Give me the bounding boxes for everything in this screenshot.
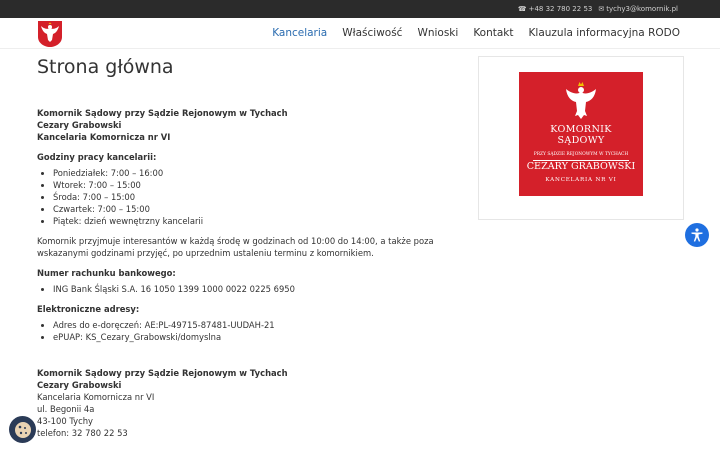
cookie-settings-button[interactable] <box>9 416 36 443</box>
nav-item-wlasciwosc[interactable]: Właściwość <box>342 27 402 39</box>
nav-item-wnioski[interactable]: Wnioski <box>417 27 458 39</box>
footer-line-2: Cezary Grabowski <box>37 380 122 390</box>
bank-title: Numer rachunku bankowego: <box>37 268 176 278</box>
phone-icon: ☎ <box>517 5 527 13</box>
bank-list: ING Bank Śląski S.A. 16 1050 1399 1000 0… <box>37 283 437 295</box>
coat-of-arms-logo[interactable] <box>37 20 63 48</box>
main-content: Komornik Sądowy przy Sądzie Rejonowym w … <box>37 107 437 439</box>
list-item: ePUAP: KS_Cezary_Grabowski/domyslna <box>53 331 437 343</box>
list-item: ING Bank Śląski S.A. 16 1050 1399 1000 0… <box>53 283 437 295</box>
nav-item-kancelaria[interactable]: Kancelaria <box>272 27 327 39</box>
hours-title: Godziny pracy kancelarii: <box>37 152 157 162</box>
electronic-list: Adres do e-doręczeń: AE:PL-49715-87481-U… <box>37 319 437 343</box>
hours-list: Poniedziałek: 7:00 – 16:00 Wtorek: 7:00 … <box>37 167 437 227</box>
emblem-title: KOMORNIK SĄDOWY <box>550 124 612 146</box>
list-item: Poniedziałek: 7:00 – 16:00 <box>53 167 437 179</box>
header-line-3: Kancelaria Komornicza nr VI <box>37 132 171 142</box>
main-navbar: Kancelaria Właściwość Wnioski Kontakt Kl… <box>0 18 720 49</box>
mail-icon: ✉ <box>598 5 605 13</box>
cookie-icon <box>14 421 31 438</box>
phone-contact[interactable]: ☎ +48 32 780 22 53 <box>518 5 593 13</box>
top-bar: ☎ +48 32 780 22 53 ✉ tychy3@komornik.pl <box>0 0 720 18</box>
bailiff-emblem: KOMORNIK SĄDOWY PRZY SĄDZIE REJONOWYM W … <box>519 72 643 196</box>
eagle-icon <box>566 82 596 119</box>
header-line-1: Komornik Sądowy przy Sądzie Rejonowym w … <box>37 108 288 118</box>
list-item: Piątek: dzień wewnętrzny kancelarii <box>53 215 437 227</box>
emblem-office: KANCELARIA NR VI <box>545 177 617 183</box>
nav-item-rodo[interactable]: Klauzula informacyjna RODO <box>529 27 680 39</box>
emblem-card: KOMORNIK SĄDOWY PRZY SĄDZIE REJONOWYM W … <box>478 56 684 220</box>
list-item: Wtorek: 7:00 – 15:00 <box>53 179 437 191</box>
accessibility-icon <box>691 228 703 242</box>
nav-item-kontakt[interactable]: Kontakt <box>473 27 513 39</box>
reception-text: Komornik przyjmuje interesantów w każdą … <box>37 236 434 258</box>
electronic-title: Elektroniczne adresy: <box>37 304 140 314</box>
page-title: Strona główna <box>37 56 174 78</box>
accessibility-button[interactable] <box>685 223 709 247</box>
footer-line-4: ul. Begonii 4a <box>37 404 95 414</box>
list-item: Czwartek: 7:00 – 15:00 <box>53 203 437 215</box>
footer-line-6: telefon: 32 780 22 53 <box>37 428 128 438</box>
phone-text: +48 32 780 22 53 <box>528 5 593 13</box>
list-item: Adres do e-doręczeń: AE:PL-49715-87481-U… <box>53 319 437 331</box>
emblem-subtitle: PRZY SĄDZIE REJONOWYM W TYCHACH <box>533 152 629 157</box>
contact-info: ☎ +48 32 780 22 53 ✉ tychy3@komornik.pl <box>518 5 678 13</box>
footer-line-5: 43-100 Tychy <box>37 416 93 426</box>
emblem-name: CEZARY GRABOWSKI <box>526 161 636 172</box>
email-contact[interactable]: ✉ tychy3@komornik.pl <box>598 5 678 13</box>
footer-line-3: Kancelaria Komornicza nr VI <box>37 392 155 402</box>
footer-line-1: Komornik Sądowy przy Sądzie Rejonowym w … <box>37 368 288 378</box>
nav-menu: Kancelaria Właściwość Wnioski Kontakt Kl… <box>272 27 680 39</box>
header-line-2: Cezary Grabowski <box>37 120 122 130</box>
email-text: tychy3@komornik.pl <box>606 5 678 13</box>
list-item: Środa: 7:00 – 15:00 <box>53 191 437 203</box>
